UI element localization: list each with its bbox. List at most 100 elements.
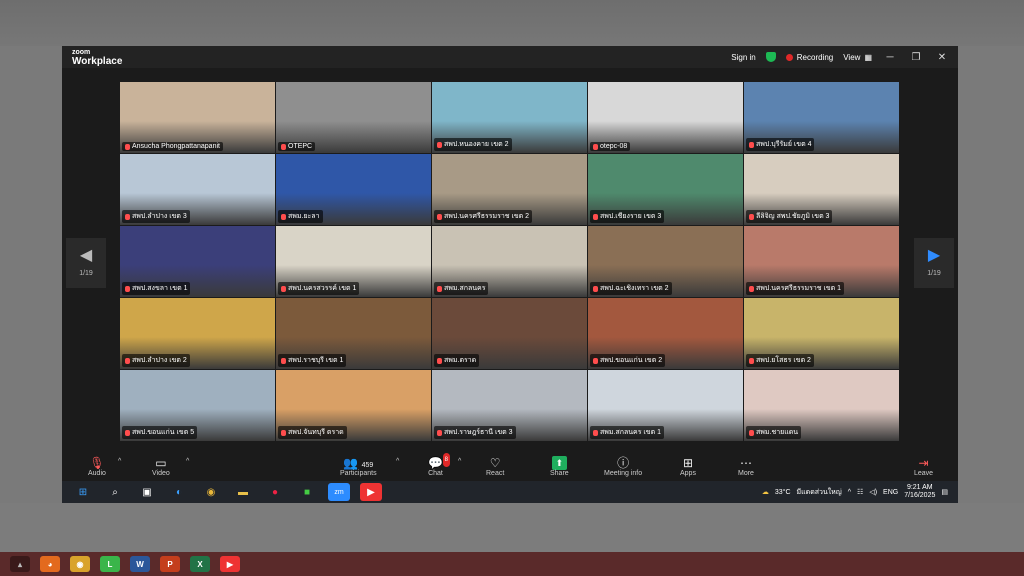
participant-name-label: สพม.สกลนคร [434, 282, 489, 295]
participant-name-label: otepc-08 [590, 142, 631, 151]
video-tile[interactable]: สพป.ลำปาง เขต 3 [120, 154, 275, 225]
zoom-window: zoom Workplace Sign in Recording View ▦ ─… [62, 46, 958, 503]
video-tile[interactable]: สพม.สกลนคร เขต 1 [588, 370, 743, 441]
view-button[interactable]: View ▦ [843, 53, 872, 62]
language-indicator[interactable]: ENG [883, 489, 898, 496]
participant-name-label: ลีลิจิญ สพป.ชัยภูมิ เขต 3 [746, 210, 833, 223]
react-button[interactable]: ♡ React [486, 456, 504, 477]
network-icon[interactable]: ☷ [857, 488, 863, 496]
video-tile[interactable]: Ansucha Phongpattanapanit [120, 82, 275, 153]
video-tile[interactable]: สพป.ขอนแก่น เขต 5 [120, 370, 275, 441]
minimize-icon[interactable]: ─ [882, 52, 898, 63]
participant-name-label: สพป.บุรีรัมย์ เขต 4 [746, 138, 815, 151]
video-tile[interactable]: สพป.บุรีรัมย์ เขต 4 [744, 82, 899, 153]
audio-button[interactable]: 🎙 Audio [88, 456, 106, 477]
video-tile[interactable]: สพม.ตราด [432, 298, 587, 369]
triangle-right-icon: ▶ [927, 247, 941, 264]
chat-options-caret[interactable]: ^ [458, 458, 461, 465]
video-tile[interactable]: สพม.สกลนคร [432, 226, 587, 297]
video-tile[interactable]: สพม.ชายแดน [744, 370, 899, 441]
weather-desc[interactable]: มีแดดส่วนใหญ่ [797, 487, 842, 498]
page-indicator-right: 1/19 [927, 270, 941, 277]
video-tile[interactable]: สพป.สงขลา เขต 1 [120, 226, 275, 297]
outer-word-icon[interactable]: W [130, 556, 150, 572]
zoom-taskbar-icon[interactable]: zm [328, 483, 350, 501]
search-icon[interactable]: ⌕ [104, 483, 126, 501]
more-button[interactable]: ⋯ More [738, 456, 754, 477]
next-page-button[interactable]: ▶ 1/19 [914, 238, 954, 288]
share-arrow-icon: ⬆ [551, 456, 568, 470]
video-tile[interactable]: สพป.ราชบุรี เขต 1 [276, 298, 431, 369]
participant-name-label: สพป.ยโสธร เขต 2 [746, 354, 814, 367]
recording-indicator[interactable]: Recording [785, 53, 833, 62]
video-button[interactable]: ▭ Video [152, 456, 170, 477]
anydesk-icon[interactable]: ▶ [360, 483, 382, 501]
sign-in-button[interactable]: Sign in [731, 53, 755, 62]
mic-muted-icon [749, 285, 754, 292]
video-tile[interactable]: OTEPC [276, 82, 431, 153]
video-tile[interactable]: สพม.ยะลา [276, 154, 431, 225]
participants-button[interactable]: 👥 459 Participants [340, 456, 377, 477]
video-tile[interactable]: สพป.ยโสธร เขต 2 [744, 298, 899, 369]
mic-muted-icon [749, 141, 754, 148]
video-tile[interactable]: สพป.ขอนแก่น เขต 2 [588, 298, 743, 369]
video-tile[interactable]: สพป.ราษฎร์ธานี เขต 3 [432, 370, 587, 441]
participant-name-label: สพป.ฉะเชิงเทรา เขต 2 [590, 282, 672, 295]
task-view-icon[interactable]: ▣ [136, 483, 158, 501]
participant-name-label: สพป.ราชบุรี เขต 1 [278, 354, 347, 367]
tray-chevron-icon[interactable]: ^ [848, 489, 851, 496]
participant-name-label: สพม.ชายแดน [746, 426, 802, 439]
volume-icon[interactable]: ◁) [869, 488, 877, 496]
outer-start-icon[interactable]: ▴ [10, 556, 30, 572]
app-icon-red[interactable]: ● [264, 483, 286, 501]
outer-excel-icon[interactable]: X [190, 556, 210, 572]
participant-name-label: สพป.ลำปาง เขต 3 [122, 210, 190, 223]
video-tile[interactable]: สพป.นครสวรรค์ เขต 1 [276, 226, 431, 297]
system-tray: ☁ 33°C มีแดดส่วนใหญ่ ^ ☷ ◁) ENG 9:21 AM 7… [762, 481, 948, 503]
desktop-background-bottom [0, 503, 1024, 552]
video-tile[interactable]: สพป.จันทบุรี ตราด [276, 370, 431, 441]
video-tile[interactable]: สพป.ฉะเชิงเทรา เขต 2 [588, 226, 743, 297]
video-options-caret[interactable]: ^ [186, 458, 189, 465]
outer-anydesk-icon[interactable]: ▶ [220, 556, 240, 572]
video-tile[interactable]: otepc-08 [588, 82, 743, 153]
participants-options-caret[interactable]: ^ [396, 458, 399, 465]
outer-firefox-icon[interactable]: ◕ [40, 556, 60, 572]
video-tile[interactable]: สพป.เชียงราย เขต 3 [588, 154, 743, 225]
participant-name-label: สพม.สกลนคร เขต 1 [590, 426, 664, 439]
apps-button[interactable]: ⊞ Apps [680, 456, 696, 477]
video-tile[interactable]: ลีลิจิญ สพป.ชัยภูมิ เขต 3 [744, 154, 899, 225]
weather-icon: ☁ [761, 489, 769, 496]
meet-icon[interactable]: ■ [296, 483, 318, 501]
share-button[interactable]: ⬆ Share [550, 456, 569, 477]
participant-name-label: สพป.นครศรีธรรมราช เขต 2 [434, 210, 533, 223]
chrome-icon[interactable]: ◉ [200, 483, 222, 501]
shield-icon[interactable] [765, 52, 776, 62]
mic-muted-icon [281, 429, 286, 436]
outer-line-icon[interactable]: L [100, 556, 120, 572]
notification-icon[interactable]: ▤ [941, 488, 948, 496]
gallery-grid: Ansucha Phongpattanapanit OTEPC สพป.หนองคา… [120, 82, 900, 442]
file-explorer-icon[interactable]: ▬ [232, 483, 254, 501]
close-icon[interactable]: ✕ [934, 52, 950, 63]
audio-options-caret[interactable]: ^ [118, 458, 121, 465]
meeting-info-button[interactable]: ⓘ Meeting info [604, 456, 642, 477]
video-tile[interactable]: สพป.หนองคาย เขต 2 [432, 82, 587, 153]
clock[interactable]: 9:21 AM 7/16/2025 [904, 484, 935, 500]
outer-powerpoint-icon[interactable]: P [160, 556, 180, 572]
restore-icon[interactable]: ❐ [908, 52, 924, 63]
weather-temp[interactable]: 33°C [775, 489, 791, 496]
video-tile[interactable]: สพป.นครศรีธรรมราช เขต 2 [432, 154, 587, 225]
video-tile[interactable]: สพป.ลำปาง เขต 2 [120, 298, 275, 369]
edge-icon[interactable]: ◐ [168, 483, 190, 501]
chat-button[interactable]: 💬 8 Chat [428, 453, 450, 477]
leave-button[interactable]: ⇥ Leave [914, 456, 933, 477]
info-icon: ⓘ [617, 456, 630, 470]
grid-icon: ▦ [864, 52, 872, 62]
mic-muted-icon [125, 357, 130, 364]
previous-page-button[interactable]: ◀ 1/19 [66, 238, 106, 288]
video-tile[interactable]: สพป.นครศรีธรรมราช เขต 1 [744, 226, 899, 297]
windows-start-icon[interactable]: ⊞ [72, 483, 94, 501]
outer-chrome-icon[interactable]: ◉ [70, 556, 90, 572]
mic-muted-icon [593, 357, 598, 364]
